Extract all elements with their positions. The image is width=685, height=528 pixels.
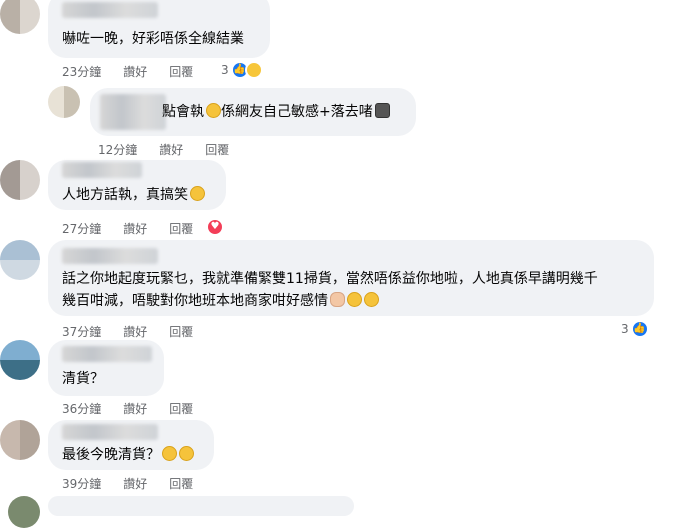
reply-button[interactable]: 回覆	[169, 477, 193, 491]
comment-bubble: 清貨？	[48, 340, 164, 396]
sleepy-emoji-icon	[347, 292, 362, 307]
comment-bubble: 最後今晚清貨？	[48, 420, 214, 470]
comment-time[interactable]: 37分鐘	[62, 325, 101, 339]
author-name[interactable]	[62, 2, 158, 18]
comment-text: 點會執 係網友自己敏感+落去啫	[162, 101, 390, 123]
comment-text: 人地方話執，真搞笑	[62, 184, 205, 206]
thinking-emoji-icon	[179, 446, 194, 461]
reply-button[interactable]: 回覆	[205, 143, 229, 157]
author-name[interactable]	[62, 424, 158, 440]
comment-bubble: 人地方話執，真搞笑	[48, 160, 226, 210]
reaction-summary[interactable]: ♥	[206, 218, 224, 236]
comment-time[interactable]: 23分鐘	[62, 65, 101, 79]
grin-emoji-icon	[206, 103, 221, 118]
reply-button[interactable]: 回覆	[169, 65, 193, 79]
comment-time[interactable]: 36分鐘	[62, 402, 101, 416]
comment-text: 最後今晚清貨？	[62, 444, 194, 466]
like-button[interactable]: 讚好	[123, 65, 147, 79]
like-button[interactable]: 讚好	[123, 402, 147, 416]
avatar[interactable]	[8, 496, 40, 528]
author-name[interactable]	[100, 94, 166, 130]
comment-actions: 37分鐘 讚好 回覆	[62, 323, 215, 340]
reaction-summary[interactable]: 3 👍	[621, 320, 649, 338]
comment-text-line: 話之你地起度玩緊乜，我就準備緊雙11掃貨，當然唔係益你地啦，人地真係早講明幾千	[62, 271, 598, 287]
comment-time[interactable]: 39分鐘	[62, 477, 101, 491]
thinking-emoji-icon	[162, 446, 177, 461]
reaction-count: 3	[621, 322, 629, 336]
comment-bubble: 話之你地起度玩緊乜，我就準備緊雙11掃貨，當然唔係益你地啦，人地真係早講明幾千 …	[48, 240, 654, 316]
reaction-summary[interactable]: 3 👍	[221, 61, 263, 79]
avatar[interactable]	[48, 86, 80, 118]
reply-button[interactable]: 回覆	[169, 222, 193, 236]
reaction-count: 3	[221, 63, 229, 77]
author-name[interactable]	[62, 346, 152, 362]
like-icon: 👍	[630, 320, 649, 338]
comment-time[interactable]: 12分鐘	[98, 143, 137, 157]
comment-actions: 12分鐘 讚好 回覆	[98, 141, 251, 158]
comment-bubble: 點會執 係網友自己敏感+落去啫	[90, 88, 416, 136]
like-button[interactable]: 讚好	[123, 325, 147, 339]
comment-time[interactable]: 27分鐘	[62, 222, 101, 236]
comment-actions: 39分鐘 讚好 回覆	[62, 475, 215, 492]
avatar[interactable]	[0, 160, 40, 200]
comment-text: 清貨？	[62, 371, 104, 387]
emoji-box-icon	[374, 103, 390, 118]
avatar[interactable]	[0, 420, 40, 460]
reply-button[interactable]: 回覆	[169, 325, 193, 339]
avatar[interactable]	[0, 240, 40, 280]
like-button[interactable]: 讚好	[159, 143, 183, 157]
comment-text: 嚇咗一晚，好彩唔係全線結業	[62, 31, 244, 47]
comment-actions: 23分鐘 讚好 回覆	[62, 63, 215, 80]
haha-icon	[244, 61, 263, 79]
like-button[interactable]: 讚好	[123, 477, 147, 491]
author-name[interactable]	[62, 162, 142, 178]
comment-text-line: 幾百咁減，唔駛對你地班本地商家咁好感情	[62, 290, 379, 312]
comment-bubble: 嚇咗一晚，好彩唔係全線結業	[48, 0, 270, 58]
rofl-emoji-icon	[190, 186, 205, 201]
author-name[interactable]	[62, 248, 158, 264]
avatar[interactable]	[0, 340, 40, 380]
avatar[interactable]	[0, 0, 40, 34]
like-button[interactable]: 讚好	[123, 222, 147, 236]
sad-emoji-icon	[364, 292, 379, 307]
clap-emoji-icon	[330, 292, 345, 307]
comment-actions: 36分鐘 讚好 回覆	[62, 400, 215, 417]
reply-button[interactable]: 回覆	[169, 402, 193, 416]
comment-bubble	[48, 496, 354, 516]
love-icon: ♥	[206, 218, 224, 236]
comment-actions: 27分鐘 讚好 回覆	[62, 220, 215, 237]
